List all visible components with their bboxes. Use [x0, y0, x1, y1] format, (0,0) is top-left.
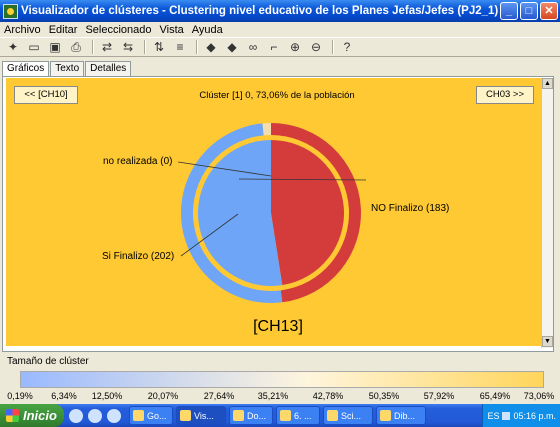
sort-icon[interactable]: ⇅: [150, 39, 168, 55]
task-app-icon: [133, 410, 144, 421]
toolbar-separator: [196, 40, 198, 54]
toolbar-separator: [332, 40, 334, 54]
slice-label-no-finalizo: NO Finalizo (183): [371, 203, 450, 214]
size-tick: 42,78%: [312, 391, 344, 401]
task-app-icon: [180, 410, 191, 421]
menu-seleccionado[interactable]: Seleccionado: [85, 24, 151, 36]
size-tick: 0,19%: [7, 391, 33, 401]
taskbar-task[interactable]: Go...: [129, 406, 173, 425]
select-icon[interactable]: ⌐: [265, 39, 283, 55]
quicklaunch-outlook-icon[interactable]: [88, 408, 102, 423]
close-button[interactable]: ✕: [540, 2, 558, 20]
back-icon[interactable]: ◆: [202, 39, 220, 55]
zoom-out-icon[interactable]: ⊖: [307, 39, 325, 55]
view-tabs: Gráficos Texto Detalles: [2, 61, 132, 77]
cluster-viewer-window: Visualizador de clústeres - Clustering n…: [0, 0, 560, 427]
vertical-scrollbar[interactable]: ▲ ▼: [541, 78, 553, 348]
title-bar[interactable]: Visualizador de clústeres - Clustering n…: [0, 0, 560, 22]
minimize-button[interactable]: _: [500, 2, 518, 20]
toolbar: ✦ ▭ ▣ ⎙ ⇄ ⇆ ⇅ ≡ ◆ ◆ ∞ ⌐ ⊕ ⊖ ?: [0, 37, 560, 57]
menu-vista[interactable]: Vista: [160, 24, 184, 36]
windows-logo-icon: [6, 409, 19, 422]
start-button[interactable]: Inicio: [0, 404, 64, 427]
cluster-label: [CH13]: [253, 318, 303, 335]
window-title: Visualizador de clústeres - Clustering n…: [21, 5, 500, 17]
task-app-icon: [280, 410, 291, 421]
cluster-size-scale: 0,19% 6,34% 12,50% 20,07% 27,64% 35,21% …: [0, 391, 560, 403]
system-tray: ES 05:16 p.m.: [482, 404, 560, 427]
redo-icon[interactable]: ⇄: [98, 39, 116, 55]
size-tick: 57,92%: [423, 391, 455, 401]
open-icon[interactable]: ▭: [25, 39, 43, 55]
size-tick: 50,35%: [368, 391, 400, 401]
find-icon[interactable]: ∞: [244, 39, 262, 55]
scroll-down-arrow[interactable]: ▼: [542, 336, 553, 347]
size-tick: 20,07%: [147, 391, 179, 401]
clock: 05:16 p.m.: [513, 410, 556, 421]
menu-editar[interactable]: Editar: [49, 24, 78, 36]
help-icon[interactable]: ?: [338, 39, 356, 55]
start-label: Inicio: [23, 408, 57, 423]
taskbar-task[interactable]: 6. ...: [276, 406, 320, 425]
size-tick: 6,34%: [51, 391, 77, 401]
language-indicator[interactable]: ES: [487, 411, 499, 421]
print-icon[interactable]: ⎙: [67, 39, 85, 55]
taskbar: Inicio Go... Vis... Do... 6. ... Sci... …: [0, 404, 560, 427]
menu-archivo[interactable]: Archivo: [4, 24, 41, 36]
taskbar-task-active[interactable]: Vis...: [176, 406, 226, 425]
next-cluster-button[interactable]: CH03 >>: [476, 86, 534, 104]
outer-ring-segment: [262, 123, 271, 136]
size-tick: 27,64%: [203, 391, 235, 401]
quicklaunch-ie-icon[interactable]: [69, 408, 83, 423]
scroll-up-arrow[interactable]: ▲: [542, 78, 553, 89]
tray-network-icon[interactable]: [502, 411, 511, 420]
cluster-size-gradient-bar: [20, 371, 544, 388]
taskbar-task[interactable]: Dib...: [376, 406, 426, 425]
toolbar-separator: [144, 40, 146, 54]
quicklaunch-firefox-icon[interactable]: [107, 408, 121, 423]
tab-texto[interactable]: Texto: [50, 61, 85, 76]
filter-icon[interactable]: ≡: [171, 39, 189, 55]
chart-title: Clúster [1] 0, 73,06% de la población: [199, 90, 355, 101]
menu-bar: Archivo Editar Seleccionado Vista Ayuda: [0, 22, 560, 37]
cluster-chart-area: [6, 78, 541, 346]
task-app-icon: [327, 410, 338, 421]
prev-cluster-button[interactable]: << [CH10]: [14, 86, 78, 104]
app-icon: [3, 3, 18, 19]
task-app-icon: [380, 410, 391, 421]
task-app-icon: [233, 410, 244, 421]
toolbar-separator: [92, 40, 94, 54]
taskbar-task[interactable]: Sci...: [323, 406, 373, 425]
size-tick: 65,49%: [479, 391, 511, 401]
pie-chart: [177, 123, 367, 304]
tab-detalles[interactable]: Detalles: [85, 61, 132, 76]
slice-label-si-finalizo: Si Finalizo (202): [102, 251, 175, 262]
size-tick: 12,50%: [91, 391, 123, 401]
forward-icon[interactable]: ◆: [223, 39, 241, 55]
slice-label-no-realizada: no realizada (0): [103, 156, 173, 167]
taskbar-task[interactable]: Do...: [229, 406, 273, 425]
maximize-button[interactable]: □: [520, 2, 538, 20]
zoom-in-icon[interactable]: ⊕: [286, 39, 304, 55]
tab-graficos[interactable]: Gráficos: [2, 61, 50, 77]
new-icon[interactable]: ✦: [4, 39, 22, 55]
size-tick: 35,21%: [257, 391, 289, 401]
save-icon[interactable]: ▣: [46, 39, 64, 55]
menu-ayuda[interactable]: Ayuda: [192, 24, 223, 36]
undo-icon[interactable]: ⇆: [119, 39, 137, 55]
size-tick: 73,06%: [523, 391, 555, 401]
cluster-size-title: Tamaño de clúster: [7, 356, 89, 367]
